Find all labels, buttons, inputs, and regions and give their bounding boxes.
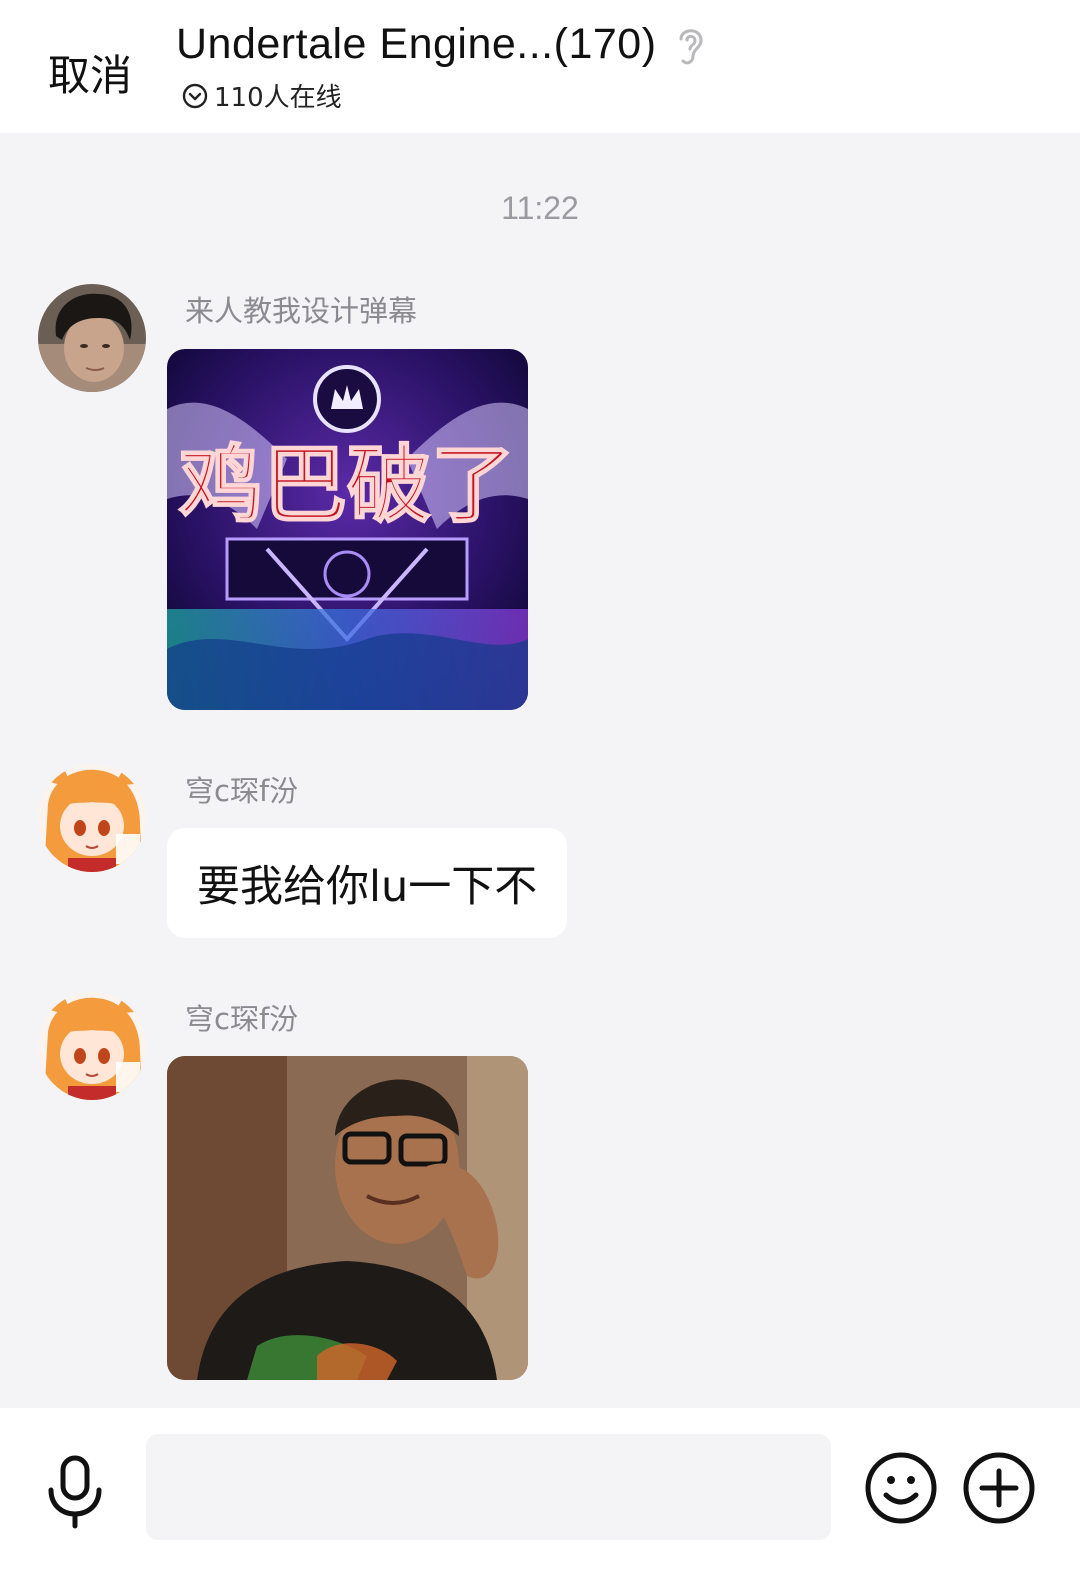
message-input[interactable] [146,1434,831,1540]
group-title: Undertale Engine...(170) [176,20,657,68]
message-timestamp: 11:22 [501,190,579,226]
check-circle-icon [182,83,208,108]
mic-icon[interactable] [44,1454,106,1530]
image-message[interactable] [167,1056,528,1380]
sender-name: 来人教我设计弹幕 [185,294,418,328]
chat-title-area[interactable]: Undertale Engine...(170) 110人在线 [176,20,707,114]
image-caption-text: 鸡巴破了 [179,435,515,534]
text-message-bubble[interactable]: 要我给你lu一下不 [167,828,568,938]
online-count: 110人在线 [214,83,342,113]
avatar[interactable] [38,764,146,872]
avatar[interactable] [38,284,146,392]
input-bar [0,1408,1080,1580]
message-text: 要我给你lu一下不 [197,862,538,912]
chat-header: 取消 Undertale Engine...(170) 110人在线 [0,0,1080,133]
sender-name: 穹c琛f汾 [185,1002,299,1036]
sender-name: 穹c琛f汾 [185,774,299,808]
avatar[interactable] [38,992,146,1100]
emoji-icon[interactable] [864,1451,938,1525]
image-message[interactable]: 鸡巴破了 [167,349,528,710]
ear-icon[interactable] [673,23,707,67]
cancel-button[interactable]: 取消 [48,42,132,103]
plus-circle-icon[interactable] [962,1451,1036,1525]
